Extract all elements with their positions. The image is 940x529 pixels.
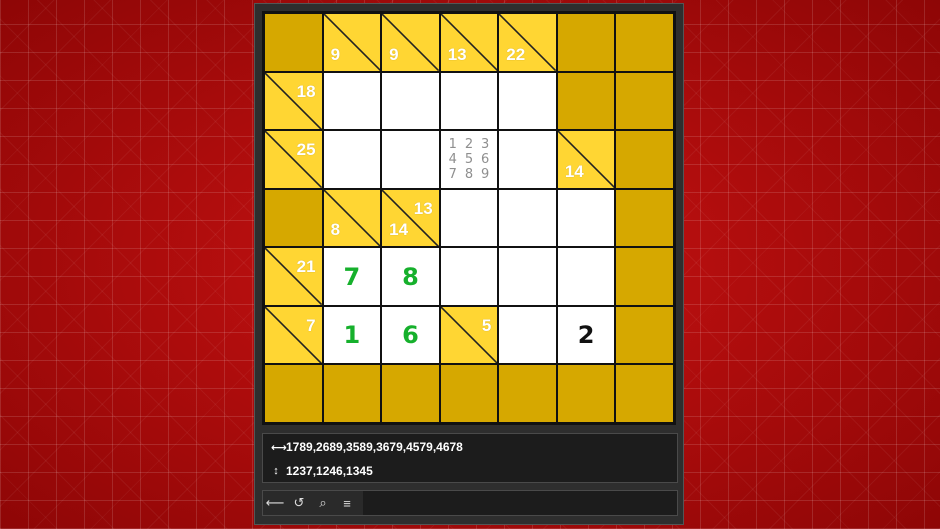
pencil-mark: 6 bbox=[481, 152, 490, 168]
entry-cell[interactable] bbox=[499, 306, 556, 364]
entry-cell[interactable]: 2 bbox=[557, 306, 615, 364]
block-cell bbox=[616, 306, 673, 364]
pencil-mark: 5 bbox=[464, 152, 474, 168]
entry-cell[interactable] bbox=[499, 248, 556, 305]
across-clue: 7 bbox=[306, 315, 316, 335]
pencil-marks: 123 456 789 bbox=[445, 137, 494, 182]
entry-cell[interactable] bbox=[382, 72, 439, 130]
clue-cell: 13 bbox=[440, 14, 498, 71]
toolbar: ⟵ ↺ ⌕ ≡ bbox=[262, 490, 678, 516]
entry-cell[interactable] bbox=[499, 131, 556, 188]
pencil-mark: 7 bbox=[448, 167, 457, 183]
kakuro-board: 9 9 13 22 18 25 1 2 3 4 5 6 7 8 9 14 8 13 14 21 7 8 7 1 6 5 2 bbox=[262, 11, 676, 425]
down-clue: 9 bbox=[389, 44, 399, 64]
entry-cell[interactable]: 7 bbox=[323, 248, 381, 305]
pencil-mark: 1 bbox=[448, 137, 457, 153]
vertical-arrow-icon: ↕ bbox=[273, 465, 279, 477]
down-combinations-text: 1237,1246,1345 bbox=[286, 464, 373, 478]
clue-cell: 14 bbox=[557, 131, 615, 188]
cell-value: 6 bbox=[402, 321, 419, 350]
clue-cell: 18 bbox=[265, 72, 322, 130]
menu-button[interactable]: ≡ bbox=[335, 491, 359, 515]
block-cell bbox=[616, 72, 673, 130]
block-cell bbox=[323, 365, 381, 422]
across-clue: 13 bbox=[413, 198, 433, 218]
entry-cell[interactable] bbox=[557, 248, 615, 305]
pencil-mark: 2 bbox=[464, 137, 474, 153]
block-cell bbox=[557, 14, 615, 71]
kakuro-app: 9 9 13 22 18 25 1 2 3 4 5 6 7 8 9 14 8 13 14 21 7 8 7 1 6 5 2 ⟷ 17… bbox=[254, 3, 684, 525]
down-clue: 14 bbox=[564, 161, 584, 181]
cell-value: 7 bbox=[343, 262, 361, 291]
down-clue: 14 bbox=[389, 220, 409, 240]
undo-icon: ↺ bbox=[293, 495, 305, 510]
block-cell bbox=[616, 131, 673, 188]
cell-value: 8 bbox=[402, 262, 419, 291]
combinations-panel: ⟷ 1789,2689,3589,3679,4579,4678 ↕ 1237,1… bbox=[262, 433, 678, 483]
entry-cell[interactable] bbox=[323, 72, 381, 130]
down-clue: 8 bbox=[330, 220, 341, 240]
block-cell bbox=[265, 189, 322, 247]
undo-button[interactable]: ↺ bbox=[287, 491, 311, 515]
block-cell bbox=[265, 365, 322, 422]
across-clue: 25 bbox=[296, 140, 316, 160]
entry-cell[interactable]: 6 bbox=[382, 306, 439, 364]
entry-cell[interactable] bbox=[440, 189, 498, 247]
horizontal-arrow-icon: ⟷ bbox=[271, 441, 287, 454]
entry-cell[interactable] bbox=[499, 189, 556, 247]
menu-icon: ≡ bbox=[343, 495, 351, 511]
across-combinations-text: 1789,2689,3589,3679,4579,4678 bbox=[286, 440, 463, 454]
pencil-mark: 4 bbox=[448, 152, 457, 168]
block-cell bbox=[382, 365, 439, 422]
down-clue: 13 bbox=[447, 44, 467, 64]
entry-cell[interactable]: 8 bbox=[382, 248, 439, 305]
clue-cell: 13 14 bbox=[382, 189, 439, 247]
entry-cell[interactable] bbox=[323, 131, 381, 188]
entry-cell[interactable] bbox=[499, 72, 556, 130]
pencil-mark: 9 bbox=[481, 167, 490, 183]
block-cell bbox=[616, 14, 673, 71]
clue-cell: 9 bbox=[323, 14, 381, 71]
down-combinations: ↕ 1237,1246,1345 bbox=[271, 464, 373, 478]
entry-cell[interactable]: 1 bbox=[323, 306, 381, 364]
clue-cell: 7 bbox=[265, 306, 322, 364]
block-cell bbox=[616, 189, 673, 247]
across-clue: 18 bbox=[296, 81, 316, 101]
clue-cell: 5 bbox=[440, 306, 498, 364]
block-cell bbox=[440, 365, 498, 422]
across-clue: 21 bbox=[296, 257, 316, 277]
clue-cell: 9 bbox=[382, 14, 439, 71]
entry-cell[interactable] bbox=[382, 131, 439, 188]
toolbar-buttons: ⟵ ↺ ⌕ ≡ bbox=[263, 491, 363, 515]
block-cell bbox=[265, 14, 322, 71]
block-cell bbox=[557, 365, 615, 422]
search-button[interactable]: ⌕ bbox=[311, 491, 335, 515]
across-combinations: ⟷ 1789,2689,3589,3679,4579,4678 bbox=[271, 440, 463, 454]
pencil-mark: 3 bbox=[481, 137, 490, 153]
across-clue: 5 bbox=[481, 315, 492, 335]
clue-cell: 25 bbox=[265, 131, 322, 188]
search-icon: ⌕ bbox=[319, 495, 327, 510]
clue-cell: 21 bbox=[265, 248, 322, 305]
entry-cell[interactable] bbox=[557, 189, 615, 247]
down-clue: 9 bbox=[330, 44, 341, 64]
block-cell bbox=[616, 365, 673, 422]
clue-cell: 8 bbox=[323, 189, 381, 247]
erase-button[interactable]: ⟵ bbox=[263, 491, 287, 515]
entry-cell[interactable]: 123 456 789 bbox=[440, 131, 498, 188]
cell-value: 2 bbox=[577, 321, 595, 350]
erase-icon: ⟵ bbox=[265, 495, 285, 510]
down-clue: 22 bbox=[506, 44, 526, 64]
entry-cell[interactable] bbox=[440, 72, 498, 130]
block-cell bbox=[499, 365, 556, 422]
block-cell bbox=[616, 248, 673, 305]
block-cell bbox=[557, 72, 615, 130]
pencil-mark: 8 bbox=[464, 167, 474, 183]
cell-value: 1 bbox=[343, 321, 361, 350]
entry-cell[interactable] bbox=[440, 248, 498, 305]
clue-cell: 22 bbox=[499, 14, 556, 71]
